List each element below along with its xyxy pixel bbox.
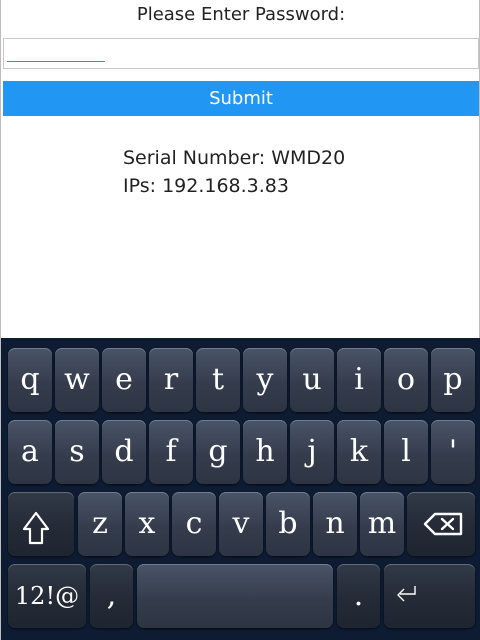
backspace-icon (423, 512, 463, 536)
key-k[interactable]: k (337, 420, 381, 484)
password-screen: Please Enter Password: Submit Serial Num… (0, 0, 480, 640)
key-z[interactable]: z (78, 492, 122, 556)
key-period[interactable]: . (337, 564, 380, 628)
backspace-key[interactable] (407, 492, 475, 556)
key-x[interactable]: x (125, 492, 169, 556)
key-r[interactable]: r (149, 348, 193, 412)
key-apostrophe[interactable]: ' (431, 420, 475, 484)
ip-address-text: IPs: 192.168.3.83 (123, 175, 289, 197)
key-n[interactable]: n (313, 492, 357, 556)
onscreen-keyboard: q w e r t y u i o p a s d f g h j k l ' … (1, 338, 480, 640)
input-underline (7, 61, 105, 62)
key-e[interactable]: e (102, 348, 146, 412)
key-c[interactable]: c (172, 492, 216, 556)
key-q[interactable]: q (8, 348, 52, 412)
key-t[interactable]: t (196, 348, 240, 412)
submit-button[interactable]: Submit (3, 81, 479, 116)
key-o[interactable]: o (384, 348, 428, 412)
key-y[interactable]: y (243, 348, 287, 412)
key-g[interactable]: g (196, 420, 240, 484)
key-l[interactable]: l (384, 420, 428, 484)
password-input[interactable] (3, 38, 479, 69)
shift-icon (22, 511, 50, 545)
key-f[interactable]: f (149, 420, 193, 484)
password-prompt-label: Please Enter Password: (136, 4, 346, 25)
key-s[interactable]: s (55, 420, 99, 484)
key-w[interactable]: w (55, 348, 99, 412)
key-m[interactable]: m (360, 492, 404, 556)
key-i[interactable]: i (337, 348, 381, 412)
key-b[interactable]: b (266, 492, 310, 556)
key-u[interactable]: u (290, 348, 334, 412)
key-p[interactable]: p (431, 348, 475, 412)
key-d[interactable]: d (102, 420, 146, 484)
key-h[interactable]: h (243, 420, 287, 484)
key-a[interactable]: a (8, 420, 52, 484)
symbols-mode-key[interactable]: 12!@ (8, 564, 86, 628)
enter-key[interactable] (384, 564, 475, 628)
key-v[interactable]: v (219, 492, 263, 556)
enter-icon (397, 586, 416, 602)
space-key[interactable] (137, 564, 333, 628)
key-j[interactable]: j (290, 420, 334, 484)
serial-number-text: Serial Number: WMD20 (123, 147, 346, 169)
shift-key[interactable] (8, 492, 74, 556)
key-comma[interactable]: , (90, 564, 133, 628)
